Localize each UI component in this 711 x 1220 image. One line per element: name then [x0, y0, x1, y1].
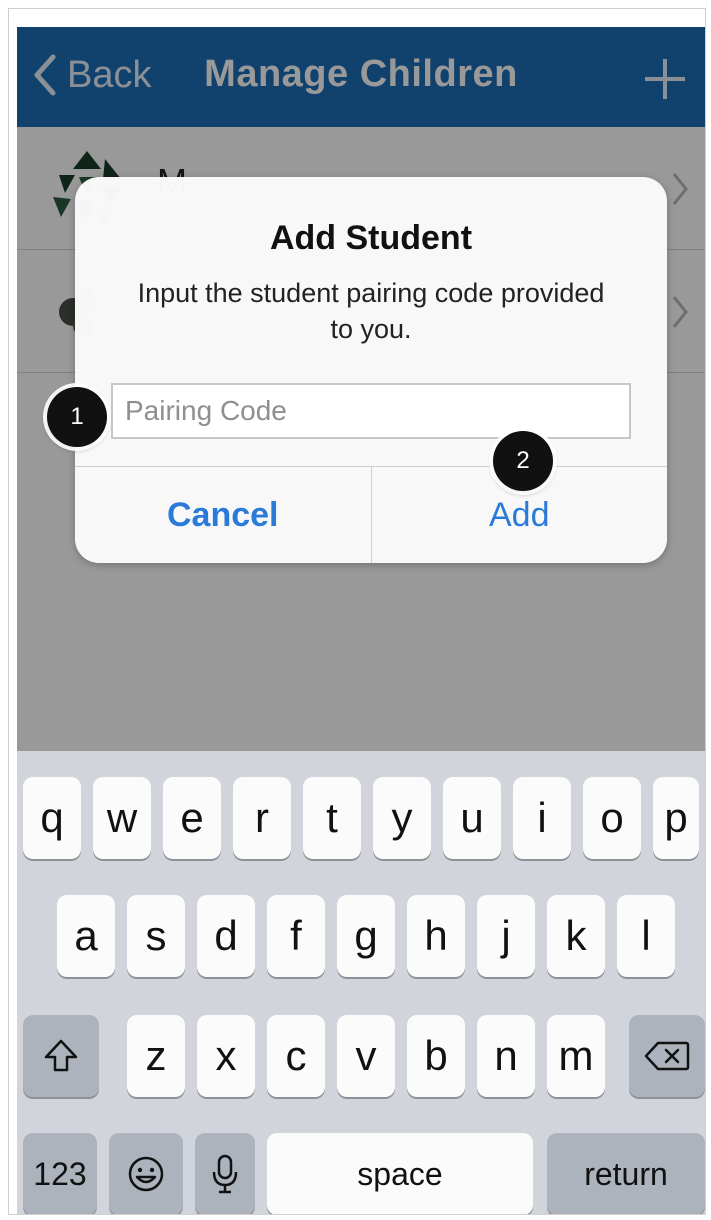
shift-key[interactable]	[23, 1015, 99, 1097]
microphone-icon	[212, 1154, 238, 1194]
key-u[interactable]: u	[443, 777, 501, 859]
key-y[interactable]: y	[373, 777, 431, 859]
key-c[interactable]: c	[267, 1015, 325, 1097]
app-screen: Back Manage Children M	[17, 9, 705, 1214]
key-f[interactable]: f	[267, 895, 325, 977]
key-p[interactable]: p	[653, 777, 699, 859]
keyboard: q w e r t y u i o p a s d f g h j k l z …	[17, 751, 705, 1214]
emoji-icon	[128, 1156, 164, 1192]
key-a[interactable]: a	[57, 895, 115, 977]
key-r[interactable]: r	[233, 777, 291, 859]
dialog-message: Input the student pairing code provided …	[137, 278, 605, 344]
key-l[interactable]: l	[617, 895, 675, 977]
key-m[interactable]: m	[547, 1015, 605, 1097]
space-key[interactable]: space	[267, 1133, 533, 1214]
key-q[interactable]: q	[23, 777, 81, 859]
key-d[interactable]: d	[197, 895, 255, 977]
key-g[interactable]: g	[337, 895, 395, 977]
step-callout-1: 1	[47, 387, 107, 447]
emoji-key[interactable]	[109, 1133, 183, 1214]
key-o[interactable]: o	[583, 777, 641, 859]
key-n[interactable]: n	[477, 1015, 535, 1097]
backspace-icon	[644, 1041, 690, 1071]
key-v[interactable]: v	[337, 1015, 395, 1097]
key-w[interactable]: w	[93, 777, 151, 859]
key-h[interactable]: h	[407, 895, 465, 977]
backspace-key[interactable]	[629, 1015, 705, 1097]
key-j[interactable]: j	[477, 895, 535, 977]
microphone-key[interactable]	[195, 1133, 255, 1214]
key-t[interactable]: t	[303, 777, 361, 859]
key-i[interactable]: i	[513, 777, 571, 859]
add-student-dialog: Add Student Input the student pairing co…	[75, 177, 667, 563]
cancel-button[interactable]: Cancel	[75, 467, 372, 563]
key-x[interactable]: x	[197, 1015, 255, 1097]
return-key[interactable]: return	[547, 1133, 705, 1214]
shift-icon	[44, 1039, 78, 1072]
dialog-button-row: Cancel Add	[75, 466, 667, 563]
pairing-code-input[interactable]	[111, 383, 631, 439]
key-b[interactable]: b	[407, 1015, 465, 1097]
screenshot-frame: Back Manage Children M	[8, 8, 706, 1215]
dialog-title: Add Student	[269, 219, 473, 257]
key-z[interactable]: z	[127, 1015, 185, 1097]
numbers-key[interactable]: 123	[23, 1133, 97, 1214]
key-s[interactable]: s	[127, 895, 185, 977]
key-e[interactable]: e	[163, 777, 221, 859]
key-k[interactable]: k	[547, 895, 605, 977]
step-callout-2: 2	[493, 431, 553, 491]
